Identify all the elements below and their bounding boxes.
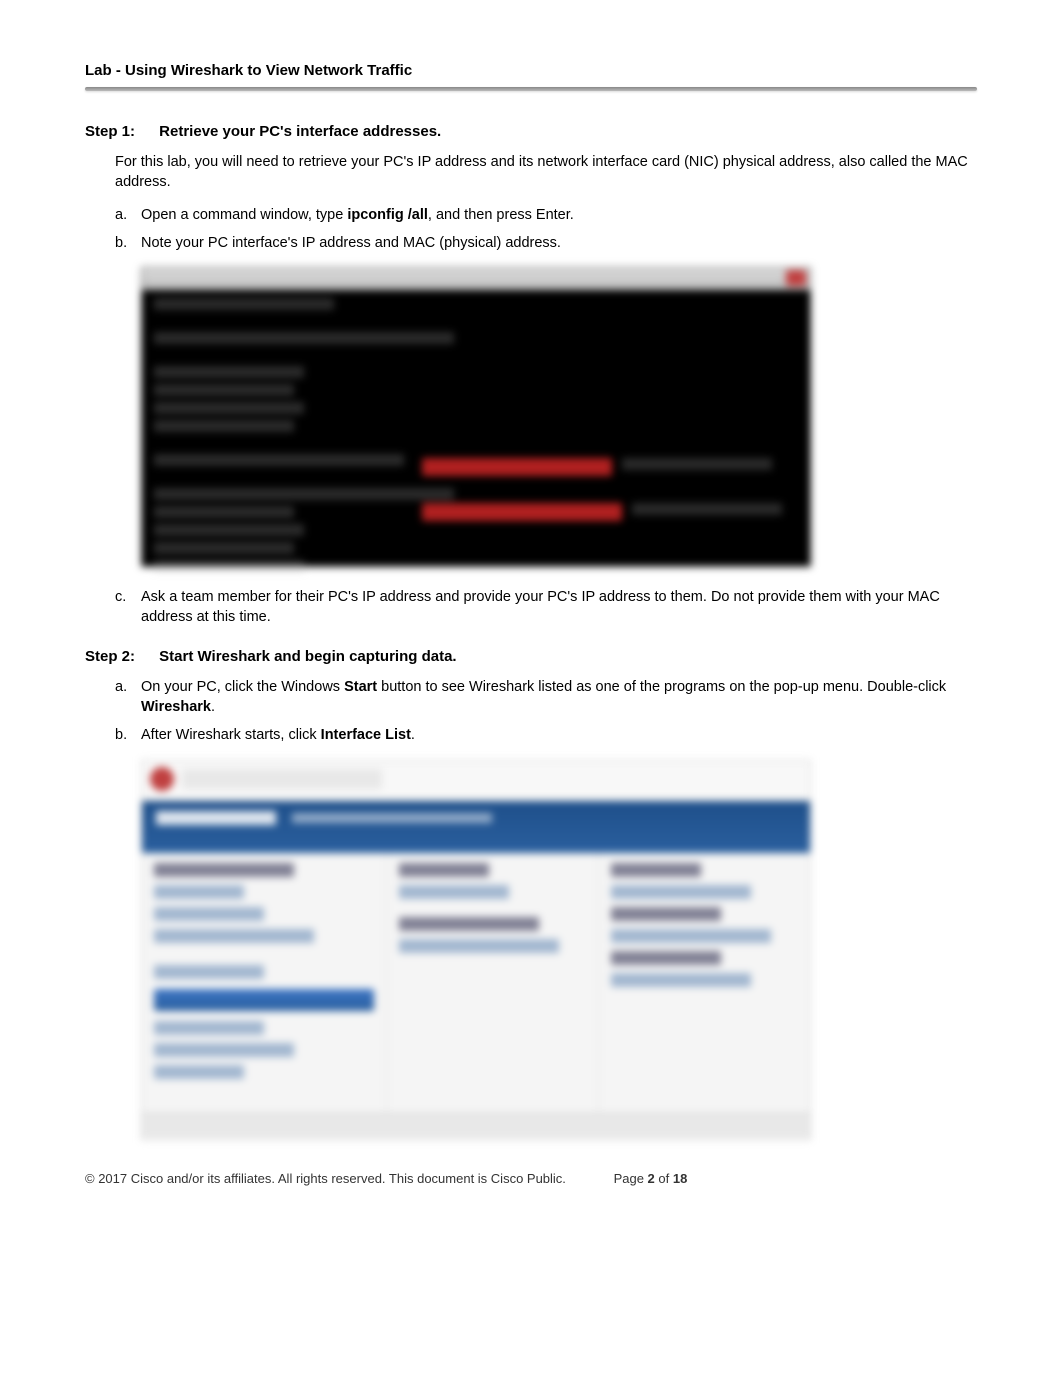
step2-b-letter: b. bbox=[115, 725, 141, 745]
command-prompt-screenshot bbox=[141, 267, 811, 567]
close-icon bbox=[786, 270, 806, 286]
wireshark-files-col bbox=[387, 853, 599, 1113]
step2-a-text: On your PC, click the Windows Start butt… bbox=[141, 677, 977, 718]
step1-b-text: Note your PC interface's IP address and … bbox=[141, 233, 977, 253]
cmd-titlebar bbox=[142, 268, 810, 290]
wireshark-statusbar bbox=[142, 1113, 810, 1137]
step2-b-text: After Wireshark starts, click Interface … bbox=[141, 725, 977, 745]
step1-a-text: Open a command window, type ipconfig /al… bbox=[141, 205, 977, 225]
ip-address-highlight bbox=[422, 503, 622, 521]
wireshark-online-col bbox=[599, 853, 810, 1113]
step1-a-cmd: ipconfig /all bbox=[347, 207, 428, 223]
wireshark-capture-col bbox=[142, 853, 387, 1113]
step2-a-post: . bbox=[211, 699, 215, 715]
step1-c-letter: c. bbox=[115, 587, 141, 628]
wireshark-icon bbox=[150, 767, 174, 791]
footer-page-mid: of bbox=[655, 1171, 673, 1186]
step1-label: Step 1: bbox=[85, 121, 155, 142]
step1-heading: Step 1: Retrieve your PC's interface add… bbox=[85, 121, 977, 142]
figure-wireshark-window bbox=[141, 760, 977, 1140]
footer-page-total: 18 bbox=[673, 1171, 687, 1186]
step2-b-bold: Interface List bbox=[321, 727, 411, 743]
step2-a-letter: a. bbox=[115, 677, 141, 718]
step1-a-pre: Open a command window, type bbox=[141, 207, 347, 223]
step2-title: Start Wireshark and begin capturing data… bbox=[159, 648, 456, 665]
step1-intro: For this lab, you will need to retrieve … bbox=[115, 152, 977, 193]
page-footer: © 2017 Cisco and/or its affiliates. All … bbox=[85, 1170, 977, 1188]
step1-a: a. Open a command window, type ipconfig … bbox=[115, 205, 977, 225]
wireshark-toolbar bbox=[142, 761, 810, 801]
step1-a-letter: a. bbox=[115, 205, 141, 225]
footer-page-pre: Page bbox=[614, 1171, 648, 1186]
mac-address-highlight bbox=[422, 458, 612, 476]
step2-a-bold1: Start bbox=[344, 679, 377, 695]
step1-c: c. Ask a team member for their PC's IP a… bbox=[115, 587, 977, 628]
footer-copyright: © 2017 Cisco and/or its affiliates. All … bbox=[85, 1171, 566, 1186]
step2-b: b. After Wireshark starts, click Interfa… bbox=[115, 725, 977, 745]
wireshark-banner bbox=[142, 801, 810, 853]
step1-b-letter: b. bbox=[115, 233, 141, 253]
step2-heading: Step 2: Start Wireshark and begin captur… bbox=[85, 646, 977, 667]
wireshark-screenshot bbox=[141, 760, 811, 1140]
step1-b: b. Note your PC interface's IP address a… bbox=[115, 233, 977, 253]
step1-title: Retrieve your PC's interface addresses. bbox=[159, 123, 441, 140]
footer-page: Page 2 of 18 bbox=[614, 1170, 688, 1188]
step2-a-pre: On your PC, click the Windows bbox=[141, 679, 344, 695]
step2-b-pre: After Wireshark starts, click bbox=[141, 727, 321, 743]
step2-b-post: . bbox=[411, 727, 415, 743]
step2-a-bold2: Wireshark bbox=[141, 699, 211, 715]
step1-a-post: , and then press Enter. bbox=[428, 207, 574, 223]
wireshark-body bbox=[142, 853, 810, 1113]
footer-page-cur: 2 bbox=[648, 1171, 655, 1186]
cmd-body bbox=[142, 290, 810, 586]
page-header-title: Lab - Using Wireshark to View Network Tr… bbox=[85, 60, 977, 81]
wireshark-highlight bbox=[154, 989, 374, 1011]
step2-a-mid: button to see Wireshark listed as one of… bbox=[377, 679, 946, 695]
header-divider bbox=[85, 87, 977, 91]
step2-label: Step 2: bbox=[85, 646, 155, 667]
step2-a: a. On your PC, click the Windows Start b… bbox=[115, 677, 977, 718]
step1-c-text: Ask a team member for their PC's IP addr… bbox=[141, 587, 977, 628]
figure-cmd-window bbox=[141, 267, 977, 567]
